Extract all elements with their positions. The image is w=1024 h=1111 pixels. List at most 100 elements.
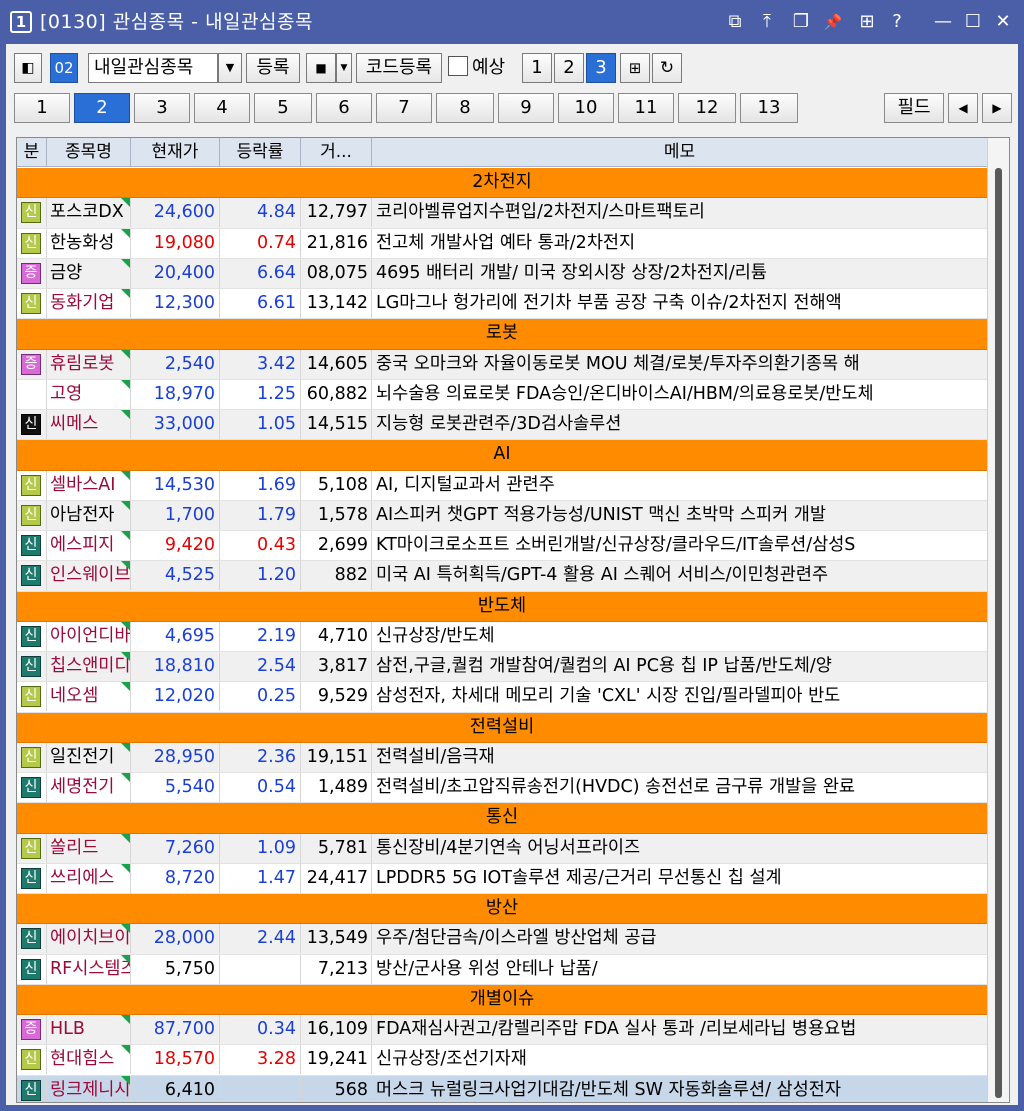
stock-row[interactable]: 증 HLB 87,700 0.34 16,109 FDA재심사권고/캄렐리주맙 FDA 실… [17,1015,987,1046]
memo[interactable]: 신규상장/조선기자재 [372,1045,987,1074]
square-dropdown-icon[interactable]: ▼ [336,53,352,83]
memo[interactable]: 전력설비/음극재 [372,743,987,772]
stock-name[interactable]: 인스웨이브 [47,561,131,591]
col-memo[interactable]: 메모 [372,138,987,167]
link-window-icon[interactable]: ⧉ [722,10,748,34]
stock-row[interactable]: 신 쓰리에스 8,720 1.47 24,417 LPDDR5 5G IOT솔루션 제공/… [17,863,987,894]
tab-8[interactable]: 8 [436,93,494,123]
memo[interactable]: LPDDR5 5G IOT솔루션 제공/근거리 무선통신 칩 설계 [372,864,987,893]
stock-name[interactable]: 에이치브이엠 [47,924,131,954]
stock-row[interactable]: 신 동화기업 12,300 6.61 13,142 LG마그나 헝가리에 전기차 부품 공… [17,289,987,320]
minimize-icon[interactable]: — [930,10,956,34]
memo[interactable]: 전고체 개발사업 예타 통과/2차전지 [372,229,987,258]
stock-name[interactable]: 칩스앤미디어 [47,652,131,681]
memo[interactable]: 중국 오마크와 자율이동로봇 MOU 체결/로봇/투자주의환기종목 해 [372,350,987,379]
stock-row[interactable]: 증 금양 20,400 6.64 08,075 4695 배터리 개발/ 미국 장외시장 … [17,258,987,289]
stock-row[interactable]: 신 인스웨이브 4,525 1.20 882 미국 AI 특허획득/GPT-4 활용 AI… [17,561,987,592]
memo[interactable]: 뇌수술용 의료로봇 FDA승인/온디바이스AI/HBM/의료용로봇/반도체 [372,380,987,409]
maximize-icon[interactable]: ☐ [960,10,986,34]
tab-4[interactable]: 4 [194,93,250,123]
stock-row[interactable]: 증 휴림로봇 2,540 3.42 14,605 중국 오마크와 자율이동로봇 MOU 체… [17,349,987,380]
tab-2[interactable]: 2 [74,93,130,123]
memo[interactable]: 4695 배터리 개발/ 미국 장외시장 상장/2차전지/리튬 [372,259,987,288]
stock-row[interactable]: 신 세명전기 5,540 0.54 1,489 전력설비/초고압직류송전기(HVDC) 송… [17,773,987,804]
stock-row[interactable]: 신 RF시스템즈 5,750 7,213 방산/군사용 위성 안테나 납품/ [17,954,987,985]
stock-row[interactable]: 신 셀바스AI 14,530 1.69 5,108 AI, 디지털교과서 관련주 [17,470,987,501]
stock-name[interactable]: 동화기업 [47,289,131,318]
stock-name[interactable]: 씨메스 [47,410,131,439]
stock-name[interactable]: 아남전자 [47,500,131,530]
scroll-right-icon[interactable]: ▶ [982,93,1012,123]
grid-icon[interactable]: ⊞ [854,10,880,34]
memo[interactable]: LG마그나 헝가리에 전기차 부품 공장 구축 이슈/2차전지 전해액 [372,289,987,318]
col-type[interactable]: 분 [17,138,47,167]
tab-10[interactable]: 10 [558,93,614,123]
tab-13[interactable]: 13 [740,93,798,123]
memo[interactable]: AI, 디지털교과서 관련주 [372,471,987,500]
stock-row[interactable]: 신 한농화성 19,080 0.74 21,816 전고체 개발사업 예타 통과/2차전지 [17,228,987,259]
memo[interactable]: 전력설비/초고압직류송전기(HVDC) 송전선로 금구류 개발을 완료 [372,773,987,802]
stock-name[interactable]: 포스코DX [47,198,131,228]
stock-name[interactable]: 셀바스AI [47,470,131,500]
scroll-left-icon[interactable]: ◀ [948,93,978,123]
col-volume[interactable]: 거... [301,138,372,167]
register-button[interactable]: 등록 [246,53,300,83]
stock-name[interactable]: 세명전기 [47,773,131,802]
close-icon[interactable]: ✕ [990,10,1016,34]
tab-7[interactable]: 7 [376,93,432,123]
stock-row[interactable]: 신 일진전기 28,950 2.36 19,151 전력설비/음극재 [17,742,987,773]
memo[interactable]: AI스피커 챗GPT 적용가능성/UNIST 맥신 초박막 스피커 개발 [372,501,987,530]
stock-name[interactable]: 일진전기 [47,742,131,772]
help-icon[interactable]: ? [884,10,910,34]
stock-row[interactable]: 신 네오셈 12,020 0.25 9,529 삼성전자, 차세대 메모리 기술 'CXL… [17,682,987,713]
memo[interactable]: KT마이크로소프트 소버린개발/신규상장/클라우드/IT솔루션/삼성S [372,531,987,560]
memo[interactable]: 삼성전자, 차세대 메모리 기술 'CXL' 시장 진입/필라델피아 반도 [372,682,987,711]
memo[interactable]: FDA재심사권고/캄렐리주맙 FDA 실사 통과 /리보세라닙 병용요법 [372,1015,987,1044]
stock-row[interactable]: 신 씨메스 33,000 1.05 14,515 지능형 로봇관련주/3D검사솔루션 [17,410,987,441]
stock-row[interactable]: 신 칩스앤미디어18,8102.543,817삼전,구글,퀄컴 개발참여/퀄컴의 … [17,652,987,683]
stock-row[interactable]: 신 아남전자 1,700 1.79 1,578 AI스피커 챗GPT 적용가능성/UNIS… [17,500,987,531]
stock-name[interactable]: 아이언디바이스 [47,621,131,651]
field-button[interactable]: 필드 [884,93,944,123]
group-code[interactable]: 02 [50,53,78,83]
layout-icon[interactable]: ⊞ [620,53,650,83]
stock-name[interactable]: 쓰리에스 [47,863,131,893]
view-3-button[interactable]: 3 [586,53,616,83]
group-dropdown-icon[interactable]: ▼ [218,53,242,83]
tab-5[interactable]: 5 [254,93,312,123]
stock-name[interactable]: 쏠리드 [47,833,131,863]
stock-name[interactable]: 네오셈 [47,682,131,712]
tab-12[interactable]: 12 [678,93,736,123]
memo[interactable]: 지능형 로봇관련주/3D검사솔루션 [372,410,987,439]
stock-row[interactable]: 신 쏠리드 7,260 1.09 5,781 통신장비/4분기연속 어닝서프라이즈 [17,833,987,864]
group-select[interactable]: 내일관심종목 [88,53,218,83]
stock-name[interactable]: 고영 [47,379,131,409]
col-rate[interactable]: 등락률 [220,138,301,167]
col-price[interactable]: 현재가 [131,138,220,167]
stock-name[interactable]: 휴림로봇 [47,349,131,379]
copy-window-icon[interactable]: ❐ [788,10,814,34]
title-bar[interactable]: 1 [0130] 관심종목 - 내일관심종목 ⧉ ⤒ ❐ 📌 ⊞ ? — ☐ ✕ [0,0,1024,44]
tab-6[interactable]: 6 [316,93,372,123]
square-icon[interactable]: ■ [306,53,336,83]
memo[interactable]: 머스크 뉴럴링크사업기대감/반도체 SW 자동화솔루션/ 삼성전자 [372,1076,987,1103]
tab-3[interactable]: 3 [134,93,190,123]
vertical-scrollbar[interactable] [987,138,1009,1102]
stock-row[interactable]: 신 에이치브이엠28,0002.4413,549우주/첨단금속/이스라엘 방산업체… [17,924,987,955]
refresh-icon[interactable]: ↻ [652,53,682,83]
memo[interactable]: 우주/첨단금속/이스라엘 방산업체 공급 [372,924,987,953]
stock-row[interactable]: 신 현대힘스 18,570 3.28 19,241 신규상장/조선기자재 [17,1045,987,1076]
stock-name[interactable]: 현대힘스 [47,1045,131,1075]
stock-name[interactable]: 링크제니시스 [47,1075,131,1102]
stock-row[interactable]: 신 포스코DX 24,600 4.84 12,797 코리아벨류업지수편입/2차전지/스마… [17,198,987,229]
stock-name[interactable]: HLB [47,1015,131,1044]
tab-1[interactable]: 1 [14,93,70,123]
memo[interactable]: 신규상장/반도체 [372,622,987,651]
stock-name[interactable]: RF시스템즈 [47,954,131,984]
memo[interactable]: 코리아벨류업지수편입/2차전지/스마트팩토리 [372,198,987,227]
memo[interactable]: 미국 AI 특허획득/GPT-4 활용 AI 스퀘어 서비스/이민청관련주 [372,561,987,590]
memo[interactable]: 통신장비/4분기연속 어닝서프라이즈 [372,834,987,863]
stock-name[interactable]: 한농화성 [47,228,131,258]
stock-row[interactable]: 신 아이언디바이스4,6952.194,710신규상장/반도체 [17,621,987,652]
view-2-button[interactable]: 2 [554,53,584,83]
